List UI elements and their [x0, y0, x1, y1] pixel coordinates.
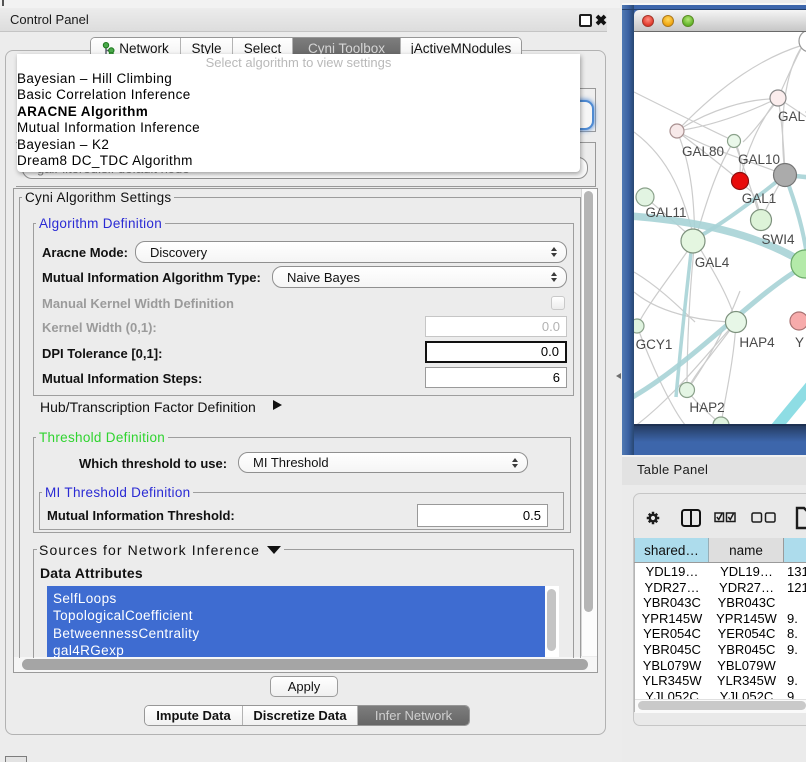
svg-text:GAL7: GAL7	[778, 109, 806, 124]
svg-text:HAP2: HAP2	[689, 400, 724, 415]
svg-text:GAL11: GAL11	[645, 205, 686, 220]
svg-text:GAL10: GAL10	[738, 152, 780, 167]
svg-text:GAL80: GAL80	[682, 144, 724, 159]
svg-text:SWI4: SWI4	[761, 232, 794, 247]
svg-text:GAL1: GAL1	[742, 191, 777, 206]
svg-text:HAP4: HAP4	[739, 335, 775, 350]
svg-text:GAL4: GAL4	[695, 255, 730, 270]
svg-text:Y: Y	[795, 335, 804, 350]
svg-text:GCY1: GCY1	[636, 337, 673, 352]
